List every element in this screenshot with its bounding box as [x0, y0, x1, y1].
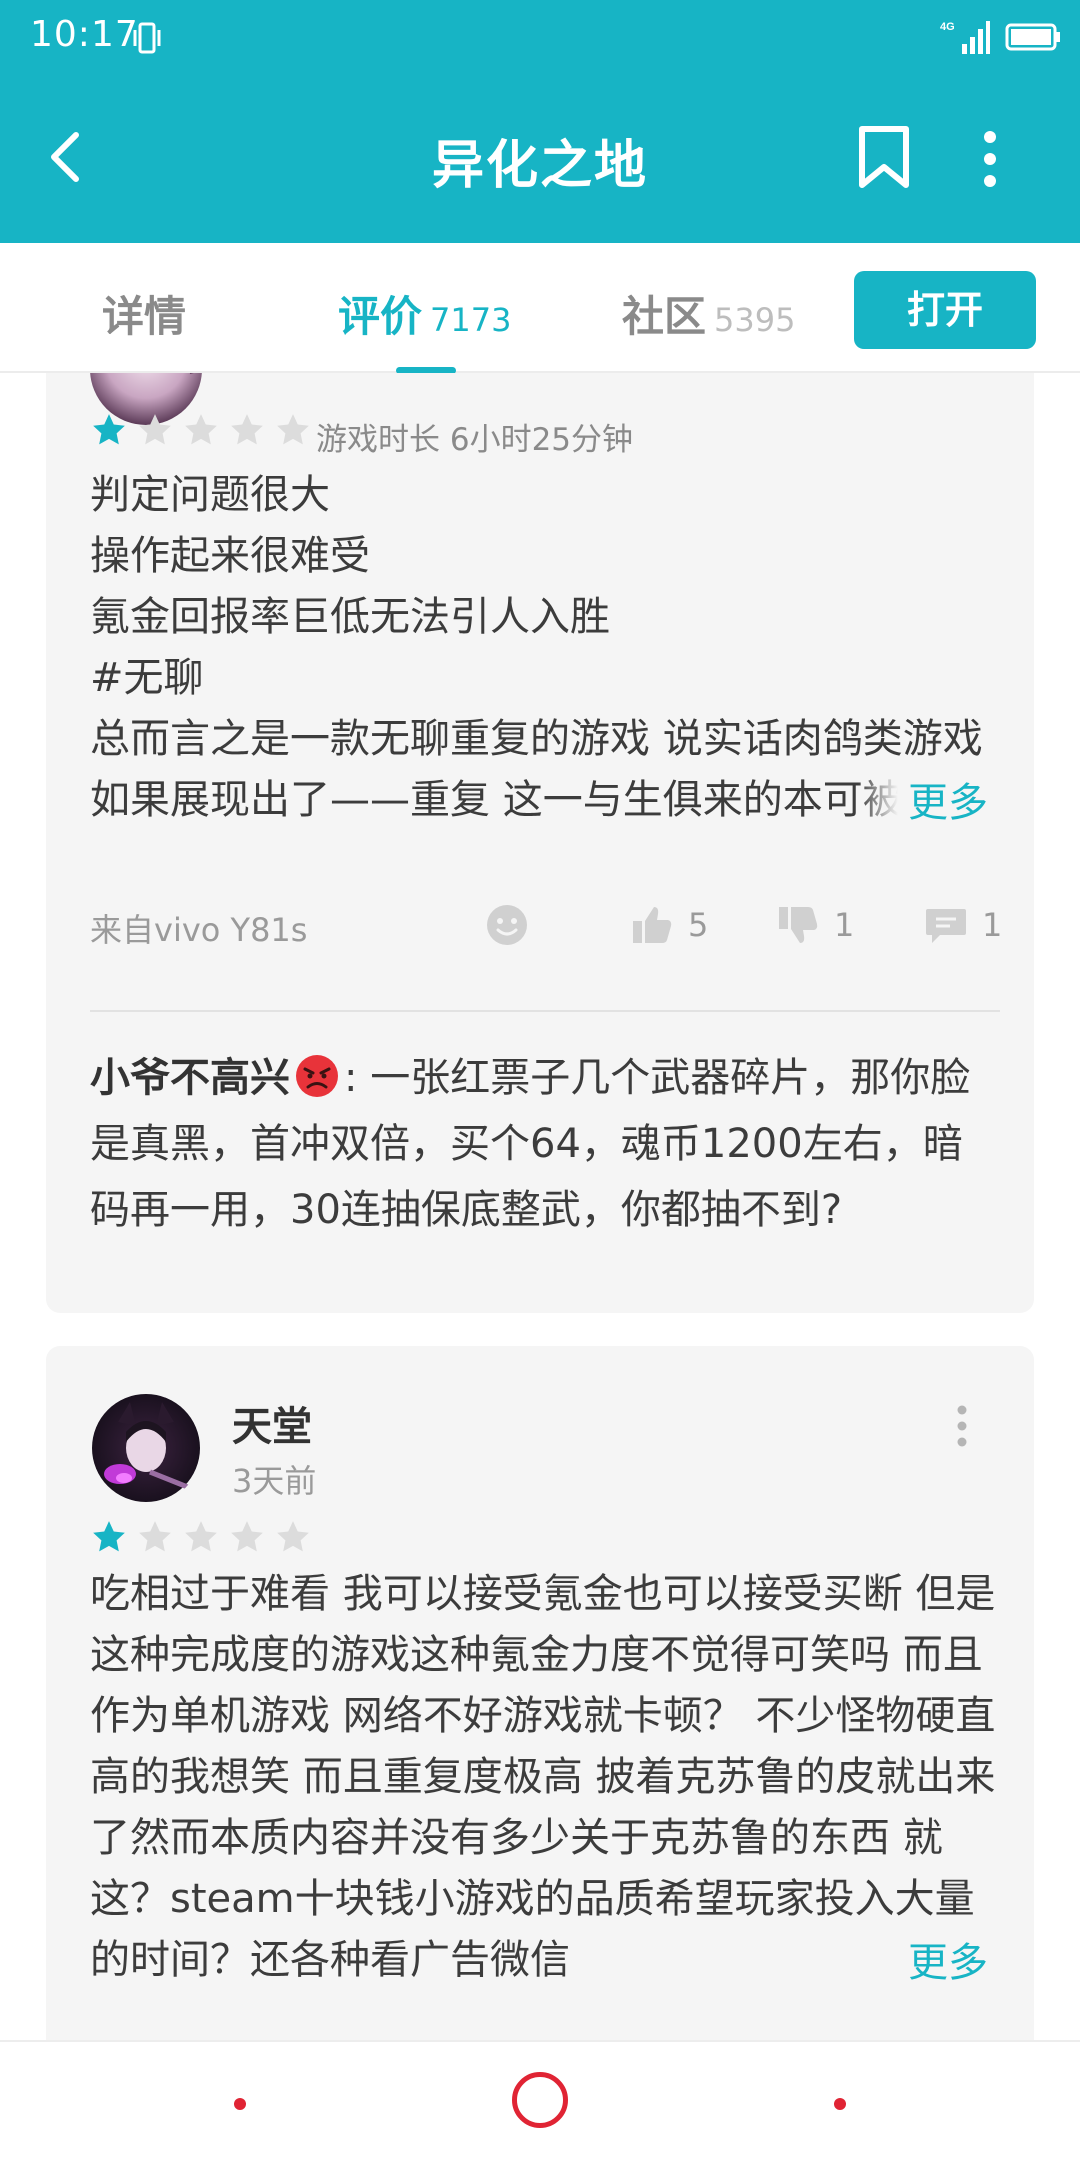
- review-body[interactable]: 吃相过于难看 我可以接受氪金也可以接受买断 但是这种完成度的游戏这种氪金力度不觉…: [90, 1564, 1000, 1991]
- dislike-count: 1: [834, 906, 855, 944]
- page-title: 异化之地: [431, 136, 648, 196]
- more-link[interactable]: 更多: [858, 770, 988, 828]
- back-arrow-icon[interactable]: [42, 127, 90, 187]
- device-label: 来自vivo Y81s: [90, 911, 308, 949]
- star-filled-icon: [93, 1521, 125, 1552]
- status-time: 10:17: [30, 14, 139, 55]
- play-time: 游戏时长 6小时25分钟: [316, 422, 634, 458]
- open-button[interactable]: 打开: [854, 271, 1036, 349]
- review-time: 3天前: [232, 1462, 317, 1500]
- home-nav-button[interactable]: [512, 2072, 568, 2128]
- review-card: 昨天 游戏时长 6小时25分钟 判定问题很大 操作起来很难受 氪金回报率巨低无法…: [46, 373, 1034, 1313]
- comment-count: 1: [982, 906, 1003, 944]
- signal-icon: 4G: [940, 21, 990, 54]
- tab-count: 7173: [430, 301, 512, 339]
- app-bar: 异化之地: [0, 75, 1080, 243]
- divider: [90, 1010, 1000, 1012]
- battery-icon: [1005, 23, 1060, 51]
- bookmark-icon[interactable]: [856, 125, 912, 189]
- comment-icon: [926, 909, 966, 943]
- star-empty-icon: [139, 1521, 171, 1552]
- tab-community[interactable]: 社区 5395: [622, 283, 795, 344]
- emoji-reaction-button[interactable]: [485, 900, 543, 950]
- review-list[interactable]: 昨天 游戏时长 6小时25分钟 判定问题很大 操作起来很难受 氪金回报率巨低无法…: [0, 373, 1080, 2040]
- thumbs-up-icon: [633, 907, 672, 943]
- angry-face-icon: [296, 1055, 338, 1097]
- more-link[interactable]: 更多: [858, 1930, 988, 1988]
- dislike-button[interactable]: 1: [776, 900, 854, 950]
- star-empty-icon: [185, 1521, 217, 1552]
- reply-author[interactable]: 小爷不高兴: [90, 1055, 290, 1101]
- star-empty-icon: [231, 1521, 263, 1552]
- review-author[interactable]: 天堂: [232, 1394, 312, 1452]
- tab-label: 详情: [102, 292, 187, 341]
- more-vertical-icon[interactable]: [980, 129, 1000, 189]
- avatar-image: [90, 1392, 202, 1504]
- star-empty-icon: [231, 414, 263, 445]
- system-nav-bar: [0, 2040, 1080, 2160]
- comment-button[interactable]: 1: [924, 900, 1002, 950]
- tab-count: 5395: [714, 301, 796, 339]
- review-meta: 来自vivo Y81s 5 1 1: [90, 900, 1002, 950]
- thumbs-down-icon: [779, 907, 818, 943]
- status-bar: 10:17 4G: [0, 0, 1080, 75]
- tab-reviews[interactable]: 评价 7173: [338, 283, 511, 344]
- like-button[interactable]: 5: [630, 900, 708, 950]
- star-empty-icon: [139, 414, 171, 445]
- star-empty-icon: [185, 414, 217, 445]
- tab-label: 评价: [338, 292, 423, 341]
- network-label: 4G: [940, 21, 955, 33]
- more-options-icon[interactable]: [956, 1404, 968, 1448]
- star-empty-icon: [277, 1521, 309, 1552]
- tab-label: 社区: [622, 292, 707, 341]
- back-nav-button[interactable]: [834, 2098, 846, 2110]
- tab-bar: 详情 评价 7173 社区 5395 打开: [0, 243, 1080, 374]
- avatar[interactable]: [90, 1392, 202, 1504]
- menu-nav-button[interactable]: [234, 2098, 246, 2110]
- smiley-icon: [487, 905, 527, 945]
- reply-item[interactable]: 小爷不高兴 : 一张红票子几个武器碎片，那你脸是真黑，首冲双倍，买个64，魂币1…: [90, 1045, 1000, 1243]
- star-filled-icon: [93, 414, 125, 445]
- vibrate-icon: [133, 22, 161, 54]
- review-card: 天堂 3天前 吃相过于难看 我可以接受氪金也可以接受买断 但是这种完成度的游戏这…: [46, 1346, 1034, 2040]
- star-rating: [90, 411, 312, 449]
- star-empty-icon: [277, 414, 309, 445]
- like-count: 5: [688, 906, 709, 944]
- star-rating: [90, 1518, 312, 1556]
- tab-details[interactable]: 详情: [102, 283, 186, 344]
